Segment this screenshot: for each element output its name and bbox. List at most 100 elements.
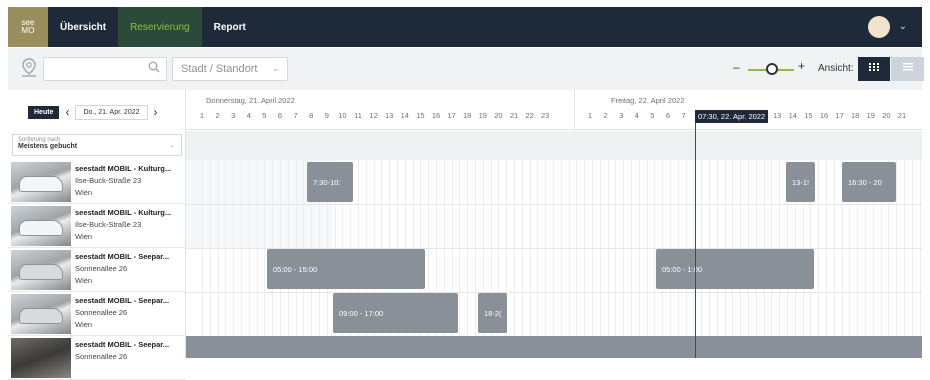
day-separator — [574, 90, 575, 130]
hour-label: 1 — [199, 111, 205, 120]
hour-label: 18 — [463, 111, 472, 120]
vehicle-row[interactable]: seestadt MOBIL - Seepar... Sonnenallee 2… — [8, 292, 186, 336]
nav-item-report[interactable]: Report — [202, 7, 258, 47]
hour-label: 23 — [541, 111, 550, 120]
reservation-row-5[interactable] — [186, 336, 922, 358]
hour-label: 5 — [650, 111, 655, 120]
hour-label: 4 — [634, 111, 639, 120]
hour-label: 3 — [231, 111, 236, 120]
hour-label: 10 — [338, 111, 347, 120]
view-label: Ansicht: — [818, 63, 854, 74]
vehicle-street: Sonnenallee 26 — [75, 308, 128, 317]
chevron-down-icon[interactable]: ⌄ — [899, 21, 907, 32]
list-view-icon — [902, 63, 913, 71]
vehicle-photo — [11, 294, 71, 334]
grid-view-icon — [869, 63, 879, 71]
hour-label: 9 — [324, 111, 329, 120]
reservation-timeline: Donnerstag, 21. April 2022 Freitag, 22. … — [186, 90, 922, 358]
top-navbar: see MO Übersicht Reservierung Report ⌄ — [8, 7, 922, 47]
logo-text-bottom: MO — [21, 26, 35, 35]
hour-label: 11 — [354, 111, 362, 120]
vehicle-city: Wien — [75, 232, 93, 241]
hour-label: 22 — [525, 111, 534, 120]
avatar[interactable] — [868, 16, 890, 38]
row-divider — [186, 204, 922, 205]
hour-label: 15 — [804, 111, 813, 120]
vehicle-photo — [11, 162, 71, 202]
location-select-value: Stadt / Standort — [181, 63, 258, 75]
vehicle-title: seestadt MOBIL - Seepar... — [75, 296, 170, 305]
vehicle-row[interactable]: seestadt MOBIL - Kulturg... Ilse-Buck-St… — [8, 204, 186, 248]
hour-label: 21 — [897, 111, 907, 120]
reservation-block[interactable]: 7:30-10: — [307, 162, 353, 202]
hour-label: 8 — [309, 111, 314, 120]
nav-item-reservierung[interactable]: Reservierung — [118, 7, 202, 47]
prev-day-button[interactable]: ‹ — [65, 105, 69, 119]
vehicle-photo — [11, 250, 71, 290]
vehicle-title: seestadt MOBIL - Seepar... — [75, 252, 170, 261]
hour-label: 16 — [819, 111, 829, 120]
vehicle-row[interactable]: seestadt MOBIL - Kulturg... Ilse-Buck-St… — [8, 160, 186, 204]
hour-label: 12 — [369, 111, 378, 120]
zoom-out-button[interactable]: – — [733, 60, 740, 74]
date-navigation: Heute ‹ Do., 21. Apr. 2022 › — [28, 104, 164, 120]
reservation-block[interactable]: 05:00 - 15:00 — [267, 249, 425, 289]
hour-label: 14 — [400, 111, 409, 120]
vehicle-street: Sonnenallee 26 — [75, 352, 128, 361]
vehicle-city: Wien — [75, 320, 93, 329]
vehicle-street: Ilse-Buck-Straße 23 — [75, 176, 142, 185]
vehicle-title: seestadt MOBIL - Seepar... — [75, 340, 170, 349]
timeline-header: Donnerstag, 21. April 2022 Freitag, 22. … — [186, 90, 922, 130]
hour-label: 13 — [773, 111, 782, 120]
list-view-button[interactable] — [891, 57, 924, 81]
next-day-button[interactable]: › — [154, 105, 158, 119]
current-time-line — [695, 112, 696, 358]
chevron-down-icon: ⌄ — [272, 64, 279, 73]
reservation-block[interactable]: 09:00 - 17:00 — [333, 293, 458, 333]
search-input[interactable] — [43, 57, 167, 81]
hour-label: 20 — [882, 111, 891, 120]
vehicle-photo — [11, 338, 71, 378]
row-divider — [186, 292, 922, 293]
hour-label: 1 — [587, 111, 593, 120]
reservation-block[interactable]: 13-1! — [786, 162, 815, 202]
reservation-block[interactable]: 18-2( — [478, 293, 507, 333]
date-picker[interactable]: Do., 21. Apr. 2022 — [75, 104, 148, 120]
vehicle-row[interactable]: seestadt MOBIL - Seepar... Sonnenallee 2… — [8, 336, 186, 380]
day-label: Freitag, 22. April 2022 — [611, 96, 685, 105]
timeline-spacer — [186, 131, 922, 160]
day-label: Donnerstag, 21. April 2022 — [206, 96, 295, 105]
reservation-block[interactable]: 05:00 - 1:00 — [656, 249, 814, 289]
vehicle-row[interactable]: seestadt MOBIL - Seepar... Sonnenallee 2… — [8, 248, 186, 292]
hour-label: 13 — [385, 111, 394, 120]
hour-label: 3 — [619, 111, 624, 120]
hour-label: 6 — [665, 111, 671, 120]
zoom-in-button[interactable]: + — [798, 59, 805, 73]
vehicle-panel: Heute ‹ Do., 21. Apr. 2022 › Sortierung … — [8, 90, 186, 380]
location-pin-icon[interactable] — [20, 58, 40, 80]
toolbar: Stadt / Standort ⌄ – + Ansicht: — [8, 48, 924, 90]
vehicle-city: Wien — [75, 276, 93, 285]
zoom-slider-handle[interactable] — [766, 63, 778, 75]
hour-label: 17 — [447, 111, 456, 120]
reservation-block[interactable]: 16:30 - 20 — [842, 162, 896, 202]
hour-label: 6 — [277, 111, 283, 120]
nav-item-uebersicht[interactable]: Übersicht — [48, 7, 118, 47]
vehicle-title: seestadt MOBIL - Kulturg... — [75, 208, 172, 217]
logo[interactable]: see MO — [8, 7, 48, 47]
hour-label: 7 — [681, 111, 686, 120]
vehicle-street: Ilse-Buck-Straße 23 — [75, 220, 142, 229]
hour-label: 15 — [416, 111, 425, 120]
grid-view-button[interactable] — [858, 57, 890, 81]
hour-label: 14 — [788, 111, 797, 120]
search-icon[interactable] — [148, 61, 160, 76]
sort-select[interactable]: Sortierung nach Meistens gebucht ⌄ — [12, 134, 182, 156]
hour-label: 17 — [835, 111, 844, 120]
hour-label: 5 — [262, 111, 267, 120]
chevron-down-icon: ⌄ — [169, 142, 175, 149]
hour-label: 21 — [509, 111, 519, 120]
today-button[interactable]: Heute — [28, 105, 60, 119]
sort-value: Meistens gebucht — [18, 143, 78, 150]
hour-label: 20 — [494, 111, 503, 120]
location-select[interactable]: Stadt / Standort ⌄ — [172, 57, 288, 81]
